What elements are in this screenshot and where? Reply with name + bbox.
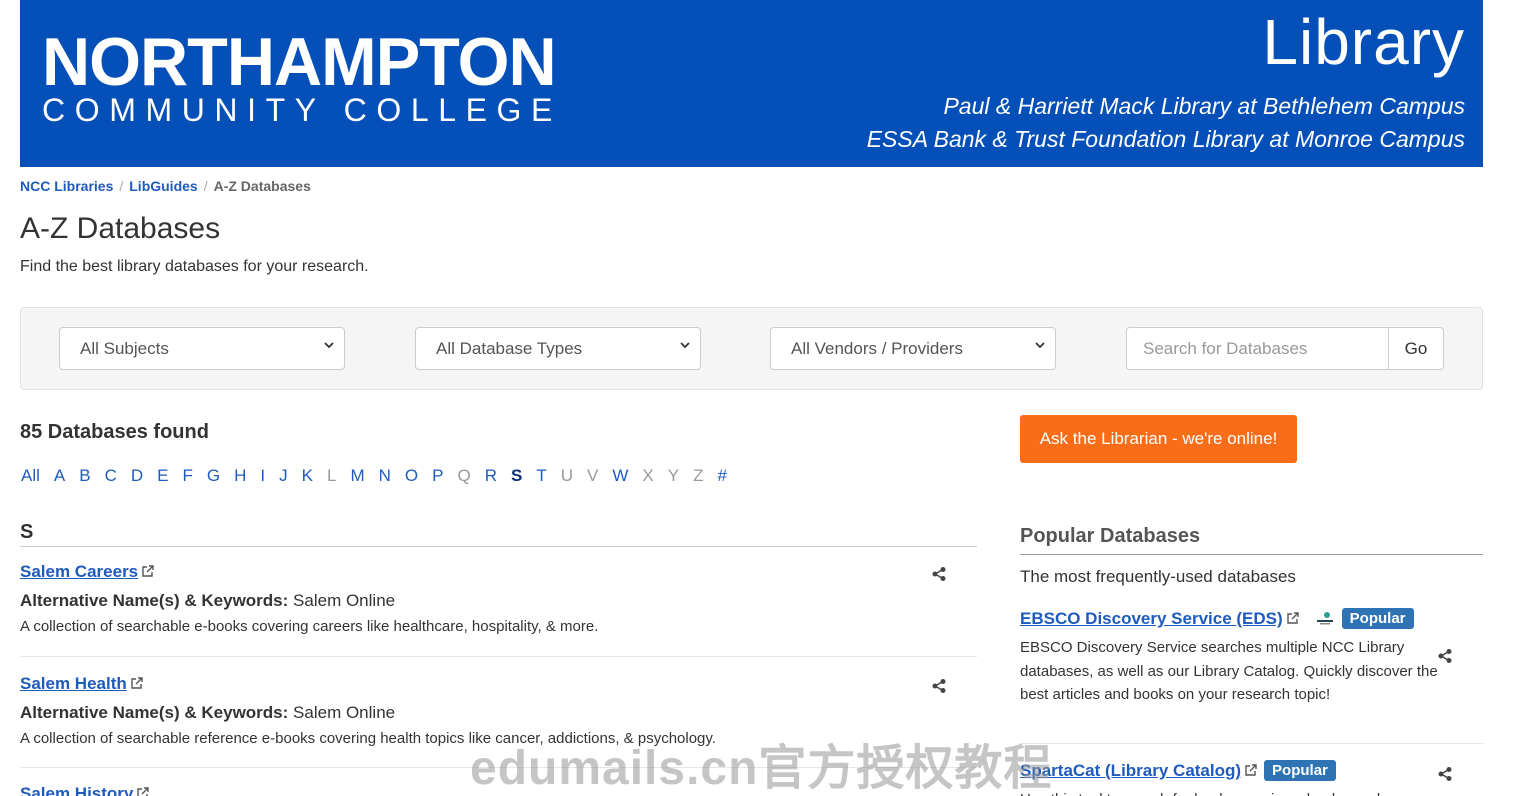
ask-librarian-button[interactable]: Ask the Librarian - we're online! xyxy=(1020,415,1297,463)
chevron-down-icon xyxy=(1035,342,1045,349)
popular-badge: Popular xyxy=(1264,760,1336,781)
breadcrumb-libguides[interactable]: LibGuides xyxy=(129,178,197,194)
database-entry: Salem Careers Alternative Name(s) & Keyw… xyxy=(20,562,977,635)
page-title: A-Z Databases xyxy=(20,212,221,245)
alternative-names-value: Salem Online xyxy=(293,591,396,610)
popular-databases-heading: Popular Databases xyxy=(1020,525,1483,555)
campus-bethlehem: Paul & Harriett Mack Library at Bethlehe… xyxy=(943,93,1465,119)
database-description: A collection of searchable e-books cover… xyxy=(20,618,599,635)
database-link-salem-health[interactable]: Salem Health xyxy=(20,674,127,693)
alternative-names: Alternative Name(s) & Keywords: Salem On… xyxy=(20,591,977,611)
database-types-select[interactable]: All Database Types xyxy=(415,327,701,370)
alpha-filter-v: V xyxy=(587,466,599,485)
breadcrumb-separator: / xyxy=(203,178,208,194)
alpha-filter-p[interactable]: P xyxy=(432,466,443,486)
page-intro: Find the best library databases for your… xyxy=(20,258,369,275)
alpha-filter-z: Z xyxy=(693,466,704,485)
alpha-filter-y: Y xyxy=(667,466,680,485)
vendors-select-value: All Vendors / Providers xyxy=(791,339,963,358)
college-name-line2: COMMUNITY COLLEGE xyxy=(42,92,562,128)
alphabet-nav: All A B C D E F G H I J K L M N O P Q R S T U V W X Y Z # xyxy=(21,466,741,486)
popular-badge: Popular xyxy=(1341,608,1414,629)
subjects-select-value: All Subjects xyxy=(80,339,169,358)
alternative-names: Alternative Name(s) & Keywords: Salem On… xyxy=(20,703,977,723)
alpha-filter-i[interactable]: I xyxy=(260,466,265,486)
alpha-filter-c[interactable]: C xyxy=(105,466,117,486)
alpha-filter-all[interactable]: All xyxy=(21,466,40,486)
alpha-filter-n[interactable]: N xyxy=(379,466,391,486)
alpha-filter-f[interactable]: F xyxy=(183,466,193,486)
library-title: Library xyxy=(1262,6,1465,78)
database-link-salem-history[interactable]: Salem History xyxy=(20,784,133,796)
share-icon[interactable] xyxy=(1437,766,1453,782)
breadcrumb-ncc-libraries[interactable]: NCC Libraries xyxy=(20,178,113,194)
alpha-filter-t[interactable]: T xyxy=(536,466,546,486)
alternative-names-value: Salem Online xyxy=(293,703,396,722)
alpha-filter-h[interactable]: H xyxy=(234,466,246,486)
site-banner[interactable]: NORTHAMPTON COMMUNITY COLLEGE Library Pa… xyxy=(20,0,1483,167)
alternative-names-label: Alternative Name(s) & Keywords: xyxy=(20,591,289,610)
breadcrumb: NCC Libraries / LibGuides / A-Z Databases xyxy=(20,178,311,194)
breadcrumb-separator: / xyxy=(119,178,124,194)
popular-database-item: EBSCO Discovery Service (EDS) Popular EBS… xyxy=(1020,608,1483,707)
popular-database-item: SpartaCat (Library Catalog) Popular Use t… xyxy=(1020,760,1483,796)
alpha-filter-x: X xyxy=(642,466,654,485)
alpha-filter-a[interactable]: A xyxy=(54,466,65,486)
database-search-input[interactable] xyxy=(1126,327,1389,370)
popular-divider xyxy=(1020,743,1483,744)
popular-database-description: Use this tool to search for books, movie… xyxy=(1020,788,1460,796)
alpha-filter-q: Q xyxy=(457,466,471,485)
alternative-names-label: Alternative Name(s) & Keywords: xyxy=(20,703,289,722)
vendors-select[interactable]: All Vendors / Providers xyxy=(770,327,1056,370)
subjects-select[interactable]: All Subjects xyxy=(59,327,345,370)
breadcrumb-current: A-Z Databases xyxy=(213,178,311,194)
popular-link-spartacat[interactable]: SpartaCat (Library Catalog) xyxy=(1020,761,1241,780)
entry-divider xyxy=(20,656,977,657)
popular-databases-subtitle: The most frequently-used databases xyxy=(1020,567,1296,586)
results-count: 85 Databases found xyxy=(20,421,209,443)
share-icon[interactable] xyxy=(931,678,947,694)
chevron-down-icon xyxy=(324,342,334,349)
ebsco-logo-icon xyxy=(1316,612,1333,625)
go-button[interactable]: Go xyxy=(1388,327,1444,370)
alpha-filter-u: U xyxy=(560,466,574,485)
database-types-select-value: All Database Types xyxy=(436,339,583,358)
alpha-filter-b[interactable]: B xyxy=(79,466,90,486)
external-link-icon xyxy=(131,677,143,689)
alpha-filter-j[interactable]: J xyxy=(279,466,288,486)
alpha-filter-m[interactable]: M xyxy=(350,466,364,486)
chevron-down-icon xyxy=(680,342,690,349)
external-link-icon xyxy=(137,787,150,796)
popular-link-eds[interactable]: EBSCO Discovery Service (EDS) xyxy=(1020,609,1283,628)
external-link-icon xyxy=(142,565,154,577)
database-link-salem-careers[interactable]: Salem Careers xyxy=(20,562,138,581)
section-letter-heading: S xyxy=(20,521,977,547)
alpha-filter-r[interactable]: R xyxy=(485,466,497,486)
alpha-filter-k[interactable]: K xyxy=(302,466,313,486)
share-icon[interactable] xyxy=(1437,648,1453,664)
share-icon[interactable] xyxy=(931,566,947,582)
popular-database-description: EBSCO Discovery Service searches multipl… xyxy=(1020,639,1438,703)
college-name-line1: NORTHAMPTON xyxy=(42,24,557,100)
alpha-filter-e[interactable]: E xyxy=(157,466,168,486)
campus-monroe: ESSA Bank & Trust Foundation Library at … xyxy=(866,126,1465,152)
alpha-filter-o[interactable]: O xyxy=(405,466,418,486)
alpha-filter-w[interactable]: W xyxy=(612,466,628,486)
external-link-icon xyxy=(1286,612,1299,624)
alpha-filter-d[interactable]: D xyxy=(131,466,143,486)
alpha-filter-l: L xyxy=(326,466,337,485)
alpha-filter-g[interactable]: G xyxy=(207,466,220,486)
alpha-filter-s[interactable]: S xyxy=(511,466,522,486)
watermark-overlay: edumails.cn官方授权教程 xyxy=(470,742,1053,795)
external-link-icon xyxy=(1245,764,1257,776)
filter-bar: All Subjects All Database Types All Vend… xyxy=(20,307,1483,390)
alpha-filter-number[interactable]: # xyxy=(717,466,726,486)
